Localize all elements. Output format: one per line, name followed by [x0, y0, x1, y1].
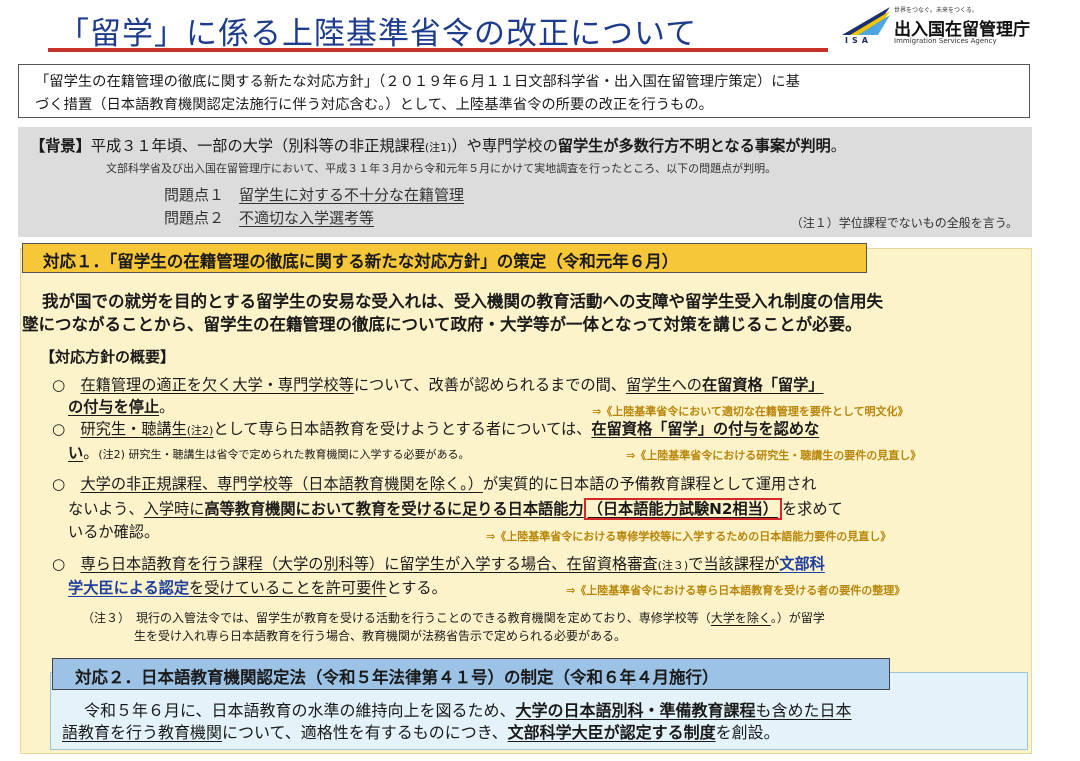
- bullet-3-reference: ⇒《上陸基準省令における専修学校等に入学するための日本語能力要件の見直し》: [486, 530, 892, 543]
- bullet-4-text-a: 専ら日本語教育を行う課程（大学の別科等）に留学生が入学する場合、在留資格審査: [80, 555, 658, 573]
- bullet-1-text-f: 。: [159, 398, 175, 416]
- background-text-b: ）や専門学校の: [451, 137, 558, 155]
- jlpt-n2-highlight: （日本語能力試験N2相当）: [583, 498, 782, 520]
- section-2-line-1: 令和５年６月に、日本語教育の水準の維持向上を図るため、大学の日本語別科・準備教育…: [62, 700, 1022, 722]
- background-line-2: 文部科学省及び出入国在留管理庁において、平成３１年３月から令和元年５月にかけて実…: [106, 162, 777, 175]
- bullet-2-text-e: 。: [83, 444, 99, 462]
- bullet-3-text-b: が実質的に日本語の予備教育課程として運用され: [482, 475, 817, 493]
- section-1-body-line-1: 我が国での就労を目的とする留学生の安易な受入れは、受入機関の教育活動への支障や留…: [42, 292, 884, 311]
- section-2-line-2: 語教育を行う教育機関について、適格性を有するものにつき、文部科学大臣が認定する制…: [62, 722, 1022, 744]
- problem-1: 問題点１ 留学生に対する不十分な在籍管理: [164, 184, 464, 205]
- bullet-4-line-1: ○ 専ら日本語教育を行う課程（大学の別科等）に留学生が入学する場合、在留資格審査…: [52, 554, 825, 576]
- bullet-1-text-b: について、改善が認められるまでの間、: [353, 376, 626, 394]
- bullet-3-line-3: いるか確認。: [68, 522, 159, 542]
- bullet-2-note: (注2) 研究生・聴講生は省令で定められた教育機関に入学する必要がある。: [98, 448, 470, 461]
- note-3-underlined: 大学を除く: [710, 611, 771, 625]
- bullet-4-line-2: 学大臣による認定を受けていることを許可要件とする。: [68, 578, 447, 598]
- bullet-1-line-2: の付与を停止。: [68, 397, 174, 417]
- note-3-line-2: 生を受け入れ専ら日本語教育を行う場合、教育機関が法務省告示で定められる必要がある…: [134, 629, 627, 643]
- bullet-2-text-a: 研究生・聴講生: [80, 420, 187, 438]
- bullet-2-reference: ⇒《上陸基準省令における研究生・聴講生の要件の見直し》: [626, 449, 922, 462]
- bullet-2-line-1: ○ 研究生・聴講生(注2)として専ら日本語教育を受けようとする者については、在留…: [52, 419, 819, 441]
- problem-2: 問題点２ 不適切な入学選考等: [164, 207, 374, 228]
- bullet-3-line-1: ○ 大学の非正規課程、専門学校等（日本語教育機関を除く。）が実質的に日本語の予備…: [52, 474, 817, 494]
- background-box: 【背景】平成３１年頃、一部の大学（別科等の非正規課程(注1)）や専門学校の留学生…: [18, 127, 1032, 237]
- bullet-2-text-c: 在留資格「留学」の付与を認めな: [591, 420, 820, 438]
- section-2-text-g: を創設。: [715, 723, 780, 742]
- bullet-3-text-h: いるか確認: [68, 523, 144, 541]
- section-2-text-d: 語教育を行う教育機関: [62, 723, 223, 742]
- section-1-body-line-2: 墜につながることから、留学生の在籍管理の徹底について政府・大学等が一体となって対…: [22, 315, 862, 334]
- bullet-marker: ○: [52, 420, 66, 438]
- bullet-3-text-a: 大学の非正規課程、専門学校等（日本語教育機関を除く。）: [80, 475, 483, 493]
- bullet-3-text-c: ないよう、: [68, 500, 144, 518]
- isa-logo: ISA 世界をつなぐ。未来をつくる。 出入国在留管理庁 Immigration …: [840, 5, 1065, 50]
- logo-english-name: Immigration Services Agency: [894, 37, 997, 45]
- bullet-2-text-b: として専ら日本語教育を受けようとする者については、: [213, 420, 592, 438]
- background-footnote: （注１）学位課程でないもの全般を言う。: [790, 216, 1018, 230]
- background-text-a: 平成３１年頃、一部の大学（別科等の非正規課程: [90, 137, 425, 155]
- logo-tagline: 世界をつなぐ。未来をつくる。: [894, 7, 978, 14]
- section-2-header: 対応２．日本語教育機関認定法（令和５年法律第４１号）の制定（令和６年４月施行）: [52, 658, 890, 690]
- section-2-text-c: も含めた日本: [755, 701, 852, 720]
- bullet-4-text-d: 学大臣による認定: [68, 579, 190, 597]
- problem-2-text: 不適切な入学選考等: [239, 209, 375, 227]
- bullet-3-text-d: 入学時に: [143, 500, 205, 518]
- bullet-2-line-2: い。(注2) 研究生・聴講生は省令で定められた教育機関に入学する必要がある。: [68, 443, 469, 465]
- bullet-3-line-2: ないよう、入学時に高等教育機関において教育を受けるに足りる日本語能力 （日本語能力…: [68, 498, 843, 520]
- bullet-1-text-d: 在留資格「留学」: [701, 376, 824, 394]
- bullet-marker: ○: [52, 555, 66, 573]
- section-2-text-f: 文部科学大臣が認定する制度: [507, 723, 716, 742]
- bullet-1-reference: ⇒《上陸基準省令において適切な在籍管理を要件として明文化》: [592, 405, 909, 418]
- problem-1-text: 留学生に対する不十分な在籍管理: [239, 186, 465, 204]
- section-2-body: 令和５年６月に、日本語教育の水準の維持向上を図るため、大学の日本語別科・準備教育…: [62, 700, 1022, 744]
- overview-heading: 【対応方針の概要】: [40, 348, 176, 366]
- bullet-1-text-c: 留学生への: [626, 376, 702, 394]
- bullet-3-text-i: 。: [143, 523, 160, 541]
- section-2-text-b: 大学の日本語別科・準備教育課程: [515, 701, 756, 720]
- bullet-2-note-ref: (注2): [186, 424, 214, 437]
- page-title: 「留学」に係る上陸基準省令の改正について: [58, 16, 698, 52]
- bullet-4-reference: ⇒《上陸基準省令における専ら日本語教育を受ける者の要件の整理》: [566, 584, 906, 597]
- background-text-end: 。: [830, 137, 846, 155]
- section-1-body: 我が国での就労を目的とする留学生の安易な受入れは、受入機関の教育活動への支障や留…: [22, 290, 1022, 336]
- bullet-marker: ○: [52, 475, 66, 493]
- title-underline: [48, 48, 828, 52]
- background-line-1: 【背景】平成３１年頃、一部の大学（別科等の非正規課程(注1)）や専門学校の留学生…: [30, 134, 846, 156]
- bullet-4-text-e: を受けていることを許可要件: [189, 579, 387, 597]
- problem-2-label: 問題点２: [164, 209, 225, 227]
- bullet-2-text-d: い: [68, 444, 84, 462]
- note-3-text-b: 。）が留学: [770, 611, 825, 625]
- bullet-4-text-f: とする。: [386, 579, 447, 597]
- intro-line-1: 「留学生の在籍管理の徹底に関する新たな対応方針」（２０１９年６月１１日文部科学省…: [35, 74, 800, 90]
- bullet-4-text-b: で当該課程が: [688, 555, 780, 573]
- note-3-text-a: （注３） 現行の入管法令では、留学生が教育を受ける活動を行うことのできる教育機関…: [82, 611, 711, 625]
- isa-emblem-icon: [842, 7, 890, 35]
- background-label: 【背景】: [30, 137, 91, 155]
- bullet-1-text-a: 在籍管理の適正を欠く大学・専門学校等: [80, 376, 354, 394]
- bullet-4-note-ref: (注３): [657, 559, 689, 572]
- bullet-1-text-e: の付与を停止: [68, 398, 160, 416]
- section-1-header: 対応１．「留学生の在籍管理の徹底に関する新たな対応方針」の策定（令和元年６月）: [22, 243, 867, 273]
- bullet-4-text-c: 文部科: [779, 555, 825, 573]
- bullet-marker: ○: [52, 376, 66, 394]
- background-note-ref: (注1): [424, 141, 452, 154]
- bullet-3-text-g: を求めて: [781, 500, 843, 518]
- intro-box: 「留学生の在籍管理の徹底に関する新たな対応方針」（２０１９年６月１１日文部科学省…: [18, 64, 1030, 118]
- section-2-text-e: について、適格性を有するものにつき、: [222, 723, 508, 742]
- section-2-text-a: 令和５年６月に、日本語教育の水準の維持向上を図るため、: [84, 701, 516, 720]
- problem-1-label: 問題点１: [164, 186, 225, 204]
- background-bold-text: 留学生が多数行方不明となる事案が判明: [557, 137, 831, 155]
- intro-line-2: づく措置（日本語教育機関認定法施行に伴う対応含む。）として、上陸基準省令の所要の…: [35, 97, 713, 113]
- bullet-3-text-e: 高等教育機関において教育を受けるに足りる日本語能力: [204, 500, 584, 518]
- bullet-1-line-1: ○ 在籍管理の適正を欠く大学・専門学校等について、改善が認められるまでの間、留学…: [52, 375, 823, 395]
- note-3-line-1: （注３） 現行の入管法令では、留学生が教育を受ける活動を行うことのできる教育機関…: [82, 608, 825, 628]
- logo-abbr: ISA: [845, 36, 872, 45]
